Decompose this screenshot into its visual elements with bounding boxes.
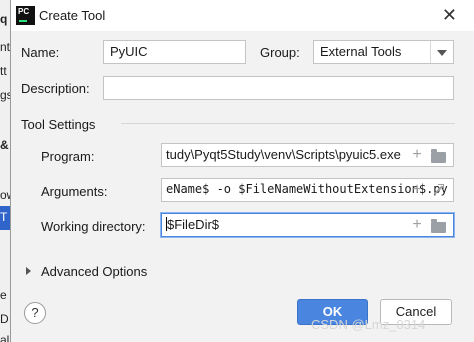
section-divider [121, 123, 455, 124]
background-text: tt [0, 64, 7, 78]
expand-icon[interactable] [431, 183, 445, 197]
watermark: CSDN @Lmz_0314 [311, 317, 426, 332]
working-directory-value: $FileDir$ [167, 217, 220, 232]
background-text: q [0, 12, 8, 26]
background-text: T [0, 210, 8, 224]
arguments-value: eName$ -o $FileNameWithoutExtension$.py [166, 182, 448, 196]
working-directory-label: Working directory: [41, 219, 146, 234]
background-text: e [0, 288, 7, 302]
description-input[interactable] [103, 76, 454, 100]
background-text: nt [0, 40, 11, 54]
browse-folder-icon[interactable] [431, 149, 446, 163]
advanced-options-toggle[interactable]: Advanced Options [41, 264, 147, 279]
title-bar: PC Create Tool ✕ [11, 0, 474, 31]
insert-macro-icon[interactable]: + [409, 147, 425, 163]
pycharm-icon: PC [16, 6, 35, 25]
program-value: tudy\Pyqt5Study\venv\Scripts\pyuic5.exe [166, 147, 401, 162]
create-tool-dialog: PC Create Tool ✕ Name: PyUIC Group: Exte… [10, 0, 474, 342]
name-input[interactable]: PyUIC [103, 40, 246, 64]
expand-arrow-icon[interactable] [26, 267, 31, 275]
browse-folder-icon[interactable] [431, 219, 446, 233]
group-value: External Tools [320, 44, 402, 59]
close-icon[interactable]: ✕ [442, 5, 457, 25]
program-label: Program: [41, 149, 95, 164]
help-button[interactable]: ? [24, 302, 46, 324]
insert-macro-icon[interactable]: + [409, 217, 425, 233]
arguments-label: Arguments: [41, 184, 108, 199]
insert-macro-icon[interactable]: + [409, 182, 425, 198]
background-text: D [0, 312, 9, 326]
group-select[interactable]: External Tools [313, 40, 454, 64]
background-text: & [0, 138, 9, 152]
tool-settings-title: Tool Settings [21, 117, 96, 132]
name-label: Name: [21, 45, 60, 60]
description-label: Description: [21, 81, 90, 96]
group-label: Group: [260, 45, 300, 60]
dialog-title: Create Tool [39, 8, 106, 23]
chevron-down-icon[interactable] [430, 41, 453, 63]
